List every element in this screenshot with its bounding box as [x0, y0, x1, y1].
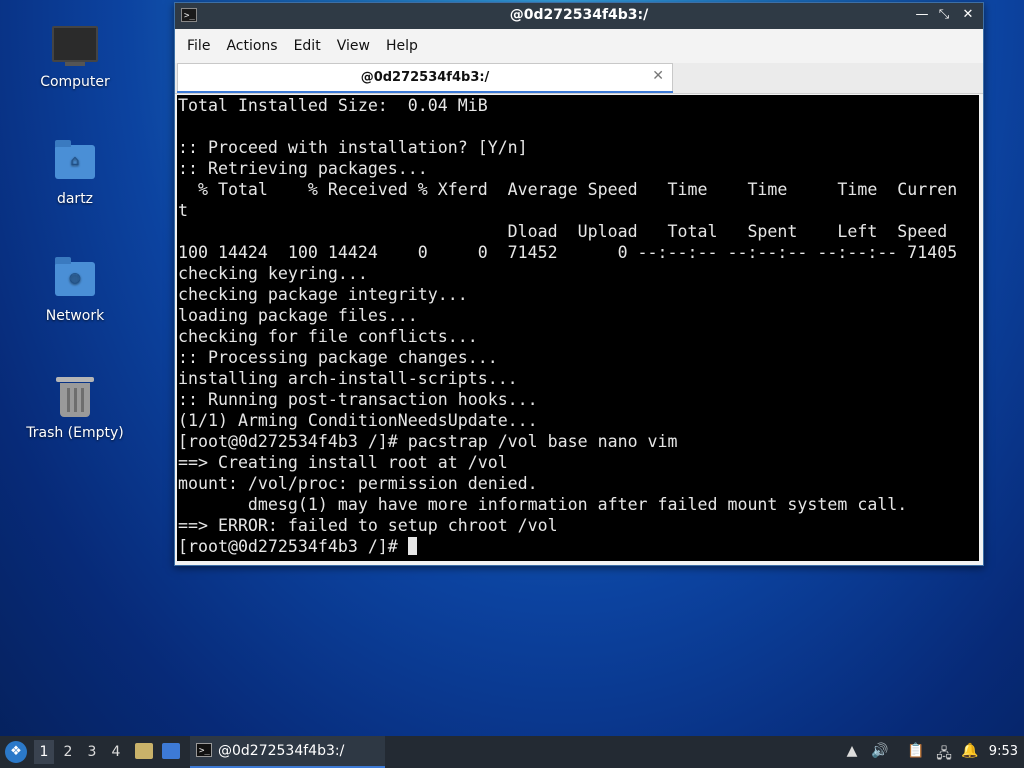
- desktop-icon-label: dartz: [56, 191, 94, 207]
- workspace-1[interactable]: 1: [34, 740, 54, 764]
- workspace-4[interactable]: 4: [106, 744, 126, 760]
- terminal-line: loading package files...: [178, 306, 418, 325]
- tab-active-indicator: [177, 91, 673, 93]
- terminal-line: ==> ERROR: failed to setup chroot /vol: [178, 516, 558, 535]
- terminal-cursor: [407, 537, 417, 555]
- menu-help[interactable]: Help: [378, 38, 426, 54]
- menu-actions[interactable]: Actions: [218, 38, 285, 54]
- close-icon[interactable]: ✕: [959, 7, 977, 22]
- terminal-output[interactable]: Total Installed Size: 0.04 MiB :: Procee…: [177, 95, 979, 561]
- window-titlebar[interactable]: >_ @0d272534f4b3:/ — ⤡ ✕: [175, 3, 983, 29]
- clipboard-icon[interactable]: 📋: [906, 743, 926, 759]
- trash-icon: [51, 371, 99, 419]
- taskbar: ❖ 1 2 3 4 >_ @0d272534f4b3:/ ▲ 🔊 📋 🖧 🔔 9…: [0, 736, 1024, 768]
- task-label: @0d272534f4b3:/: [218, 743, 345, 759]
- tab-bar: @0d272534f4b3:/ ✕: [175, 63, 983, 94]
- workspace-2[interactable]: 2: [58, 744, 78, 760]
- terminal-tab[interactable]: @0d272534f4b3:/ ✕: [177, 63, 673, 91]
- terminal-text: Total Installed Size: 0.04 MiB :: Procee…: [177, 95, 979, 557]
- terminal-line: :: Processing package changes...: [178, 348, 498, 367]
- tab-label: @0d272534f4b3:/: [360, 70, 490, 85]
- terminal-line: % Total % Received % Xferd Average Speed…: [197, 180, 958, 199]
- desktop-icon-label: Network: [45, 308, 105, 324]
- desktop-icon-trash[interactable]: Trash (Empty): [20, 371, 130, 441]
- terminal-line: checking for file conflicts...: [178, 327, 478, 346]
- menu-bar: File Actions Edit View Help: [175, 29, 983, 63]
- terminal-line: :: Proceed with installation? [Y/n]: [178, 138, 528, 157]
- restore-icon[interactable]: ⤡: [935, 7, 953, 22]
- desktop-icon-label: Trash (Empty): [26, 425, 124, 441]
- terminal-task-icon: >_: [196, 743, 212, 757]
- network-icon[interactable]: 🖧: [934, 743, 954, 767]
- workspace-3[interactable]: 3: [82, 744, 102, 760]
- window-title: @0d272534f4b3:/: [509, 7, 649, 23]
- show-desktop-icon[interactable]: [162, 743, 180, 759]
- terminal-line: Total Installed Size: 0.04 MiB: [178, 96, 488, 115]
- computer-icon: [51, 20, 99, 68]
- terminal-line: [root@0d272534f4b3 /]# pacstrap /vol bas…: [178, 432, 678, 451]
- home-folder-icon: ⌂: [51, 137, 99, 185]
- start-menu-icon[interactable]: ❖: [5, 741, 27, 763]
- terminal-line: :: Running post-transaction hooks...: [178, 390, 538, 409]
- terminal-line: t: [178, 201, 188, 220]
- desktop-icon-computer[interactable]: Computer: [20, 20, 130, 90]
- file-manager-icon[interactable]: [135, 743, 153, 759]
- terminal-line: :: Retrieving packages...: [178, 159, 428, 178]
- terminal-line: Dload Upload Total Spent Left Speed: [507, 222, 948, 241]
- terminal-prompt: [root@0d272534f4b3 /]#: [178, 537, 408, 556]
- terminal-line: checking keyring...: [178, 264, 368, 283]
- terminal-line: checking package integrity...: [178, 285, 468, 304]
- terminal-line: dmesg(1) may have more information after…: [247, 495, 908, 514]
- menu-file[interactable]: File: [179, 38, 218, 54]
- volume-icon[interactable]: 🔊: [870, 743, 890, 759]
- taskbar-terminal-task[interactable]: >_ @0d272534f4b3:/: [190, 736, 385, 768]
- terminal-line: installing arch-install-scripts...: [178, 369, 518, 388]
- tab-close-icon[interactable]: ✕: [652, 68, 664, 84]
- desktop-icon-network[interactable]: ◍ Network: [20, 254, 130, 324]
- upload-icon[interactable]: ▲: [842, 743, 862, 759]
- desktop-icon-label: Computer: [40, 74, 110, 90]
- network-folder-icon: ◍: [51, 254, 99, 302]
- terminal-line: ==> Creating install root at /vol: [178, 453, 508, 472]
- terminal-line: mount: /vol/proc: permission denied.: [178, 474, 538, 493]
- notification-icon[interactable]: 🔔: [960, 743, 980, 759]
- terminal-line: 100 14424 100 14424 0 0 71452 0 --:--:--…: [178, 243, 958, 262]
- minimize-icon[interactable]: —: [913, 7, 931, 22]
- terminal-window: >_ @0d272534f4b3:/ — ⤡ ✕ File Actions Ed…: [174, 2, 984, 566]
- terminal-line: (1/1) Arming ConditionNeedsUpdate...: [178, 411, 538, 430]
- menu-view[interactable]: View: [329, 38, 378, 54]
- clock: 9:53: [988, 744, 1018, 759]
- desktop-icon-home-folder[interactable]: ⌂ dartz: [20, 137, 130, 207]
- menu-edit[interactable]: Edit: [286, 38, 329, 54]
